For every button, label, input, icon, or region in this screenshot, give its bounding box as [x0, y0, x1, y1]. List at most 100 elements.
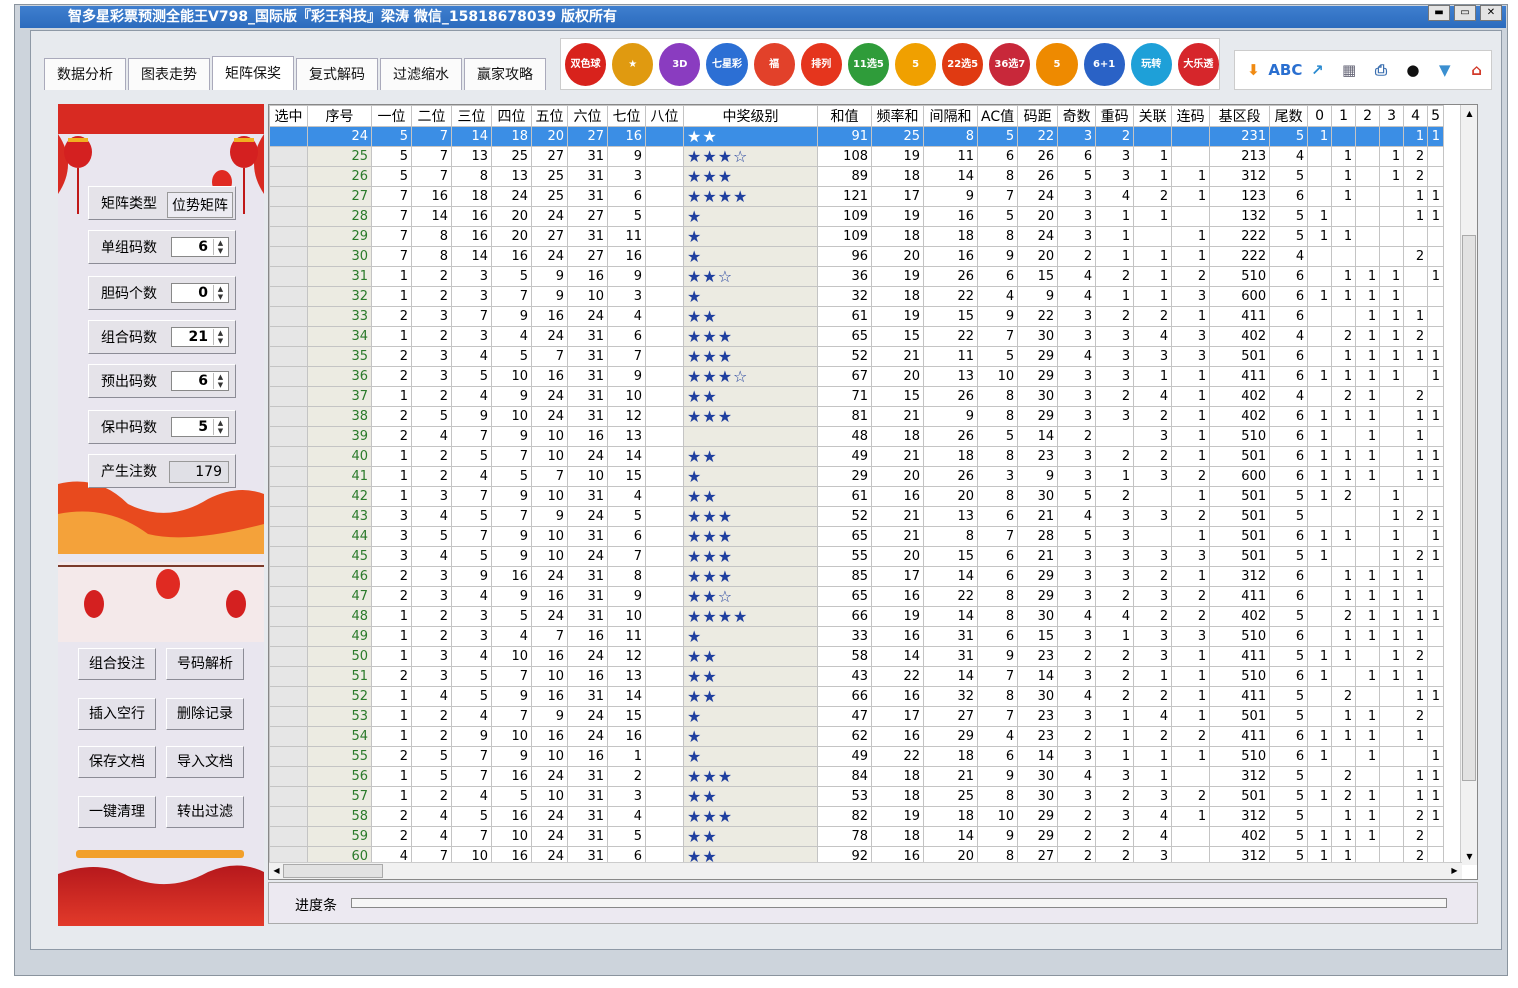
table-row[interactable]: 46 2 3 9 16 24 31 8 ★★★ 85 17 14 6 29 3 3 2 1 312 6 1 1 1 1 [269, 566, 1445, 587]
one-click-clear-button[interactable]: 一键清理 [78, 796, 156, 828]
number-analysis-button[interactable]: 号码解析 [166, 648, 244, 680]
row-select-cell[interactable] [269, 486, 308, 507]
lottery-icon-8[interactable]: 22选5 [942, 42, 984, 86]
maximize-button[interactable]: ▭ [1454, 5, 1476, 21]
spin-arrows-icon[interactable]: ▲ ▼ [213, 373, 227, 389]
calculator-icon[interactable]: ▦ [1335, 55, 1364, 85]
row-select-cell[interactable] [269, 606, 308, 627]
row-select-cell[interactable] [269, 586, 308, 607]
table-row[interactable]: 44 3 5 7 9 10 31 6 ★★★ 65 21 8 7 28 5 3 1 501 6 1 1 1 1 [269, 526, 1445, 547]
spin-arrows-icon[interactable]: ▲ ▼ [213, 329, 227, 345]
row-select-cell[interactable] [269, 426, 308, 447]
print-icon[interactable]: ⎙ [1367, 55, 1396, 85]
table-row[interactable]: 54 1 2 9 10 16 24 16 ★ 62 16 29 4 23 2 1 2 2 411 6 1 1 1 1 [269, 726, 1445, 747]
table-row[interactable]: 49 1 2 3 4 7 16 11 ★ 33 16 31 6 15 3 1 3 3 510 6 1 1 1 1 [269, 626, 1445, 647]
vertical-scroll-thumb[interactable] [1462, 235, 1476, 781]
table-row[interactable]: 31 1 2 3 5 9 16 9 ★★☆ 36 19 26 6 15 4 2 1 2 510 6 1 1 1 1 [269, 266, 1445, 287]
import-doc-button[interactable]: 导入文档 [166, 746, 244, 778]
lottery-icon-5[interactable]: 排列 [800, 42, 842, 86]
matrix-type-value[interactable]: 位势矩阵 [167, 192, 233, 218]
row-select-cell[interactable] [269, 306, 308, 327]
table-row[interactable]: 43 3 4 5 7 9 24 5 ★★★ 52 21 13 6 21 4 3 3 2 501 5 1 2 1 [269, 506, 1445, 527]
combo-count-spinbox[interactable]: 21 ▲ ▼ [171, 327, 229, 347]
table-row[interactable]: 55 2 5 7 9 10 16 1 ★ 49 22 18 6 14 3 1 1 1 510 6 1 1 1 [269, 746, 1445, 767]
row-select-cell[interactable] [269, 146, 308, 167]
column-header[interactable]: 八位 [645, 105, 684, 127]
column-header[interactable]: 四位 [491, 105, 532, 127]
column-header[interactable]: 二位 [411, 105, 452, 127]
insert-row-button[interactable]: 插入空行 [78, 698, 156, 730]
row-select-cell[interactable] [269, 546, 308, 567]
column-header[interactable]: 中奖级别 [683, 105, 818, 127]
column-header[interactable]: 3 [1379, 105, 1405, 127]
column-header[interactable]: 七位 [607, 105, 646, 127]
horizontal-scroll-thumb[interactable] [283, 864, 383, 878]
row-select-cell[interactable] [269, 386, 308, 407]
row-select-cell[interactable] [269, 686, 308, 707]
row-select-cell[interactable] [269, 706, 308, 727]
lottery-icon-3[interactable]: 七星彩 [706, 42, 748, 86]
column-header[interactable]: 尾数 [1269, 105, 1309, 127]
column-header[interactable]: 4 [1403, 105, 1429, 127]
table-row[interactable]: 47 2 3 4 9 16 31 9 ★★☆ 65 16 22 8 29 3 2 3 2 411 6 1 1 1 1 [269, 586, 1445, 607]
table-row[interactable]: 37 1 2 4 9 24 31 10 ★★ 71 15 26 8 30 3 2 4 1 402 4 2 1 2 [269, 386, 1445, 407]
row-select-cell[interactable] [269, 626, 308, 647]
column-header[interactable]: 奇数 [1057, 105, 1097, 127]
single-group-count-spinbox[interactable]: 6 ▲ ▼ [171, 237, 229, 257]
row-select-cell[interactable] [269, 406, 308, 427]
spellcheck-icon[interactable]: ABC [1268, 55, 1302, 85]
table-row[interactable]: 50 1 3 4 10 16 24 12 ★★ 58 14 31 9 23 2 2 3 1 411 5 1 1 1 2 [269, 646, 1445, 667]
column-header[interactable]: 码距 [1017, 105, 1059, 127]
lottery-icon-12[interactable]: 玩转 [1130, 42, 1172, 86]
horizontal-scrollbar[interactable]: ◀ ▶ [269, 862, 1462, 879]
scroll-left-icon[interactable]: ◀ [269, 863, 284, 878]
column-header[interactable]: 一位 [371, 105, 412, 127]
column-header[interactable]: 三位 [451, 105, 492, 127]
lottery-icon-1[interactable]: ★ [612, 42, 654, 86]
column-header[interactable]: 六位 [567, 105, 608, 127]
column-header[interactable]: 0 [1307, 105, 1333, 127]
row-select-cell[interactable] [269, 326, 308, 347]
spin-arrows-icon[interactable]: ▲ ▼ [213, 419, 227, 435]
column-header[interactable]: 连码 [1171, 105, 1211, 127]
table-row[interactable]: 33 2 3 7 9 16 24 4 ★★ 61 19 15 9 22 3 2 2 1 411 6 1 1 1 [269, 306, 1445, 327]
spin-arrows-icon[interactable]: ▲ ▼ [213, 239, 227, 255]
banker-count-spinbox[interactable]: 0 ▲ ▼ [171, 283, 229, 303]
save-doc-button[interactable]: 保存文档 [78, 746, 156, 778]
table-row[interactable]: 57 1 2 4 5 10 31 3 ★★ 53 18 25 8 30 3 2 3 2 501 5 1 2 1 1 1 [269, 786, 1445, 807]
column-header[interactable]: AC值 [976, 105, 1019, 127]
table-row[interactable]: 24 5 7 14 18 20 27 16 ★★ 91 25 8 5 22 3 2 231 5 1 1 1 [269, 126, 1445, 147]
row-select-cell[interactable] [269, 646, 308, 667]
table-row[interactable]: 39 2 4 7 9 10 16 13 48 18 26 5 14 2 3 1 510 6 1 1 1 [269, 426, 1445, 447]
table-row[interactable]: 48 1 2 3 5 24 31 10 ★★★★ 66 19 14 8 30 4 4 2 2 402 5 2 1 1 1 1 [269, 606, 1445, 627]
lottery-icon-13[interactable]: 大乐透 [1177, 42, 1219, 86]
row-select-cell[interactable] [269, 526, 308, 547]
tab-matrix-prize[interactable]: 矩阵保奖 [212, 56, 294, 90]
row-select-cell[interactable] [269, 726, 308, 747]
table-row[interactable]: 51 2 3 5 7 10 16 13 ★★ 43 22 14 7 14 3 2 1 1 510 6 1 1 1 1 [269, 666, 1445, 687]
row-select-cell[interactable] [269, 466, 308, 487]
scroll-up-icon[interactable]: ▲ [1462, 106, 1477, 121]
column-header[interactable]: 关联 [1133, 105, 1173, 127]
table-row[interactable]: 27 7 16 18 24 25 31 6 ★★★★ 121 17 9 7 24 3 4 2 1 123 6 1 1 1 [269, 186, 1445, 207]
qq-icon[interactable]: ● [1398, 55, 1427, 85]
table-row[interactable]: 26 5 7 8 13 25 31 3 ★★★ 89 18 14 8 26 5 3 1 1 312 5 1 1 2 [269, 166, 1445, 187]
tab-compound-decode[interactable]: 复式解码 [296, 58, 378, 90]
column-header[interactable]: 五位 [531, 105, 568, 127]
column-header[interactable]: 2 [1355, 105, 1381, 127]
row-select-cell[interactable] [269, 766, 308, 787]
table-row[interactable]: 29 7 8 16 20 27 31 11 ★ 109 18 18 8 24 3 1 1 222 5 1 1 [269, 226, 1445, 247]
table-row[interactable]: 45 3 4 5 9 10 24 7 ★★★ 55 20 15 6 21 3 3 3 3 501 5 1 1 2 1 [269, 546, 1445, 567]
table-row[interactable]: 59 2 4 7 10 24 31 5 ★★ 78 18 14 9 29 2 2 4 402 5 1 1 1 2 [269, 826, 1445, 847]
row-select-cell[interactable] [269, 506, 308, 527]
lottery-icon-4[interactable]: 福 [753, 42, 795, 86]
table-row[interactable]: 30 7 8 14 16 24 27 16 ★ 96 20 16 9 20 2 1 1 1 222 4 2 [269, 246, 1445, 267]
table-row[interactable]: 52 1 4 5 9 16 31 14 ★★ 66 16 32 8 30 4 2 2 1 411 5 2 1 1 [269, 686, 1445, 707]
table-row[interactable]: 38 2 5 9 10 24 31 12 ★★★ 81 21 9 8 29 3 3 2 1 402 6 1 1 1 1 1 [269, 406, 1445, 427]
home-icon[interactable]: ⌂ [1462, 55, 1491, 85]
tab-chart-trend[interactable]: 图表走势 [128, 58, 210, 90]
predicted-count-spinbox[interactable]: 6 ▲ ▼ [171, 371, 229, 391]
row-select-cell[interactable] [269, 166, 308, 187]
lottery-icon-6[interactable]: 11选5 [847, 42, 889, 86]
down-arrow-icon[interactable]: ⬇ [1239, 55, 1268, 85]
